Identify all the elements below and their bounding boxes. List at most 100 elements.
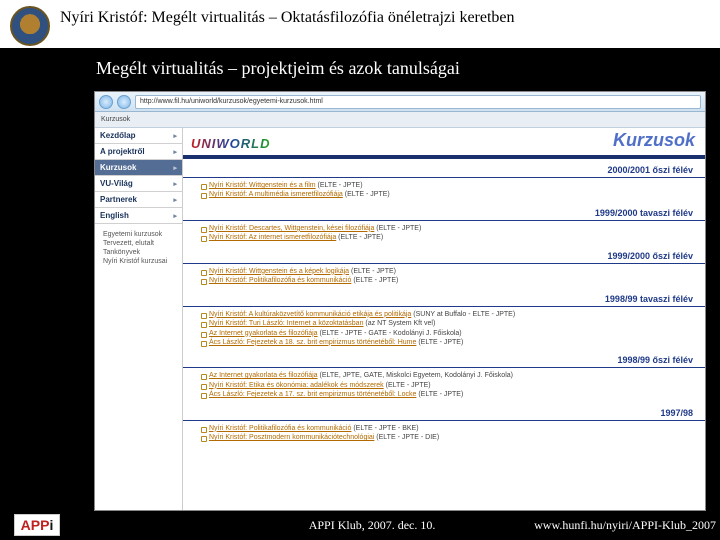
course-affiliation: (ELTE - JPTE) [384, 382, 431, 389]
course-item: Nyíri Kristóf: A kultúraközvetítő kommun… [201, 310, 699, 319]
semesters-container: 2000/2001 őszi félév Nyíri Kristóf: Wittg… [183, 159, 705, 445]
browser-toolbar: http://www.fil.hu/uniworld/kurzusok/egye… [95, 92, 705, 112]
course-link[interactable]: Nyíri Kristóf: Wittgenstein és a film [209, 182, 316, 189]
sidebar-item-label: VU-Világ [100, 179, 133, 188]
course-item: Az Internet gyakorlata és filozófiája (E… [201, 371, 699, 380]
appi-logo-i: i [49, 517, 53, 533]
course-affiliation: (ELTE - JPTE) [336, 234, 383, 241]
sidebar-sub-item[interactable]: Nyíri Kristóf kurzusai [95, 257, 182, 266]
course-link[interactable]: Az Internet gyakorlata és filozófiája [209, 372, 318, 379]
sidebar-item-courses[interactable]: Kurzusok ▸ [95, 160, 182, 176]
page-title: Kurzusok [613, 130, 695, 151]
slide-title: Nyíri Kristóf: Megélt virtualitás – Okta… [60, 6, 515, 29]
forward-button[interactable] [117, 95, 131, 109]
semester-heading: 1999/2000 őszi félév [183, 245, 705, 264]
course-affiliation: (ELTE - JPTE) [316, 182, 363, 189]
course-list: Nyíri Kristóf: Politikafilozófia és komm… [183, 424, 705, 445]
semester-heading: 1999/2000 tavaszi félév [183, 202, 705, 221]
course-link[interactable]: Az Internet gyakorlata és filozófiája [209, 330, 318, 337]
course-affiliation: (ELTE - JPTE) [416, 339, 463, 346]
course-link[interactable]: Nyíri Kristóf: Politikafilozófia és komm… [209, 277, 351, 284]
course-list: Nyíri Kristóf: A kultúraközvetítő kommun… [183, 310, 705, 350]
browser-tab[interactable]: Kurzusok [101, 116, 130, 123]
page-body: Kezdőlap▸ A projektről ▸ Kurzusok ▸ VU-Vil… [95, 128, 705, 510]
chevron-right-icon: ▸ [173, 180, 177, 188]
course-link[interactable]: Nyíri Kristóf: A multimédia ismeretfiloz… [209, 191, 343, 198]
footer-url: www.hunfi.hu/nyiri/APPI-Klub_2007 [534, 518, 716, 533]
course-affiliation: (ELTE - JPTE) [351, 277, 398, 284]
course-affiliation: (ELTE, JPTE, GATE, Miskolci Egyetem, Kod… [318, 372, 513, 379]
course-affiliation: (ELTE - JPTE) [343, 191, 390, 198]
course-item: Az Internet gyakorlata és filozófiája (E… [201, 329, 699, 338]
footer-date: APPI Klub, 2007. dec. 10. [60, 518, 534, 533]
course-affiliation: (ELTE - JPTE) [349, 268, 396, 275]
sidebar-item-label: A projektről [100, 147, 145, 156]
course-link[interactable]: Nyíri Kristóf: Politikafilozófia és komm… [209, 425, 351, 432]
course-affiliation: (az NT System Kft vel) [363, 320, 435, 327]
course-item: Nyíri Kristóf: Politikafilozófia és komm… [201, 424, 699, 433]
chevron-right-icon: ▸ [173, 132, 177, 140]
uniworld-logo: UNIWORLD [191, 136, 271, 151]
page-header-bar: UNIWORLD Kurzusok [183, 128, 705, 159]
course-link[interactable]: Nyíri Kristóf: Posztmodern kommunikációt… [209, 434, 374, 441]
chevron-right-icon: ▸ [173, 164, 177, 172]
course-item: Nyíri Kristóf: Az internet ismeretfilozó… [201, 233, 699, 242]
course-link[interactable]: Ács László: Fejezetek a 17. sz. brit emp… [209, 391, 416, 398]
address-bar[interactable]: http://www.fil.hu/uniworld/kurzusok/egye… [135, 95, 701, 109]
appi-logo: APPi [14, 514, 60, 536]
semester-heading: 1997/98 [183, 402, 705, 421]
course-item: Nyíri Kristóf: Wittgenstein és a képek l… [201, 267, 699, 276]
sidebar-item-label: Kurzusok [100, 163, 136, 172]
slide-footer: APPi APPI Klub, 2007. dec. 10. www.hunfi… [0, 514, 720, 536]
sidebar-sub-item[interactable]: Egyetemi kurzusok [95, 230, 182, 239]
course-item: Nyíri Kristóf: Posztmodern kommunikációt… [201, 433, 699, 442]
course-link[interactable]: Nyíri Kristóf: Descartes, Wittgenstein, … [209, 225, 374, 232]
course-link[interactable]: Nyíri Kristóf: A kultúraközvetítő kommun… [209, 311, 411, 318]
chevron-right-icon: ▸ [173, 148, 177, 156]
semester-heading: 2000/2001 őszi félév [183, 159, 705, 178]
course-link[interactable]: Nyíri Kristóf: Wittgenstein és a képek l… [209, 268, 349, 275]
sidebar-item-english[interactable]: English ▸ [95, 208, 182, 224]
course-item: Nyíri Kristóf: Politikafilozófia és komm… [201, 276, 699, 285]
course-item: Ács László: Fejezetek a 18. sz. brit emp… [201, 338, 699, 347]
sidebar-item-home[interactable]: Kezdőlap▸ [95, 128, 182, 144]
main-content: UNIWORLD Kurzusok 2000/2001 őszi félév Ny… [183, 128, 705, 510]
course-item: Ács László: Fejezetek a 17. sz. brit emp… [201, 390, 699, 399]
sidebar-item-label: Partnerek [100, 195, 137, 204]
course-item: Nyíri Kristóf: Descartes, Wittgenstein, … [201, 224, 699, 233]
course-link[interactable]: Nyíri Kristóf: Turi László: Internet a k… [209, 320, 363, 327]
chevron-right-icon: ▸ [173, 196, 177, 204]
slide-subtitle: Megélt virtualitás – projektjeim és azok… [0, 48, 720, 87]
semester-heading: 1998/99 őszi félév [183, 349, 705, 368]
embedded-browser-screenshot: http://www.fil.hu/uniworld/kurzusok/egye… [94, 91, 706, 511]
sidebar-item-about[interactable]: A projektről ▸ [95, 144, 182, 160]
course-affiliation: (ELTE - JPTE - BKE) [351, 425, 418, 432]
course-item: Nyíri Kristóf: A multimédia ismeretfiloz… [201, 190, 699, 199]
course-link[interactable]: Nyíri Kristóf: Az internet ismeretfilozó… [209, 234, 336, 241]
sidebar-item-label: English [100, 211, 129, 220]
course-item: Nyíri Kristóf: Turi László: Internet a k… [201, 319, 699, 328]
course-affiliation: (ELTE - JPTE) [416, 391, 463, 398]
back-button[interactable] [99, 95, 113, 109]
sidebar-item-vuvilag[interactable]: VU-Világ ▸ [95, 176, 182, 192]
sidebar-sub-item[interactable]: Tervezett, elutalt [95, 239, 182, 248]
course-affiliation: (ELTE - JPTE - DIE) [374, 434, 439, 441]
course-item: Nyíri Kristóf: Wittgenstein és a film (E… [201, 181, 699, 190]
course-affiliation: (ELTE - JPTE - GATE - Kodolányi J. Főisk… [318, 330, 462, 337]
course-list: Nyíri Kristóf: Descartes, Wittgenstein, … [183, 224, 705, 245]
course-affiliation: (SUNY at Buffalo - ELTE - JPTE) [411, 311, 515, 318]
chevron-right-icon: ▸ [173, 212, 177, 220]
sidebar-sub-item[interactable]: Tankönyvek [95, 248, 182, 257]
course-list: Nyíri Kristóf: Wittgenstein és a képek l… [183, 267, 705, 288]
course-item: Nyíri Kristóf: Etika és ökonómia: adalék… [201, 381, 699, 390]
course-link[interactable]: Ács László: Fejezetek a 18. sz. brit emp… [209, 339, 416, 346]
course-link[interactable]: Nyíri Kristóf: Etika és ökonómia: adalék… [209, 382, 384, 389]
course-affiliation: (ELTE - JPTE) [374, 225, 421, 232]
sidebar: Kezdőlap▸ A projektről ▸ Kurzusok ▸ VU-Vil… [95, 128, 183, 510]
course-list: Az Internet gyakorlata és filozófiája (E… [183, 371, 705, 401]
slide-header: Nyíri Kristóf: Megélt virtualitás – Okta… [0, 0, 720, 48]
semester-heading: 1998/99 tavaszi félév [183, 288, 705, 307]
course-list: Nyíri Kristóf: Wittgenstein és a film (E… [183, 181, 705, 202]
sidebar-item-partners[interactable]: Partnerek ▸ [95, 192, 182, 208]
address-url: http://www.fil.hu/uniworld/kurzusok/egye… [140, 98, 323, 105]
